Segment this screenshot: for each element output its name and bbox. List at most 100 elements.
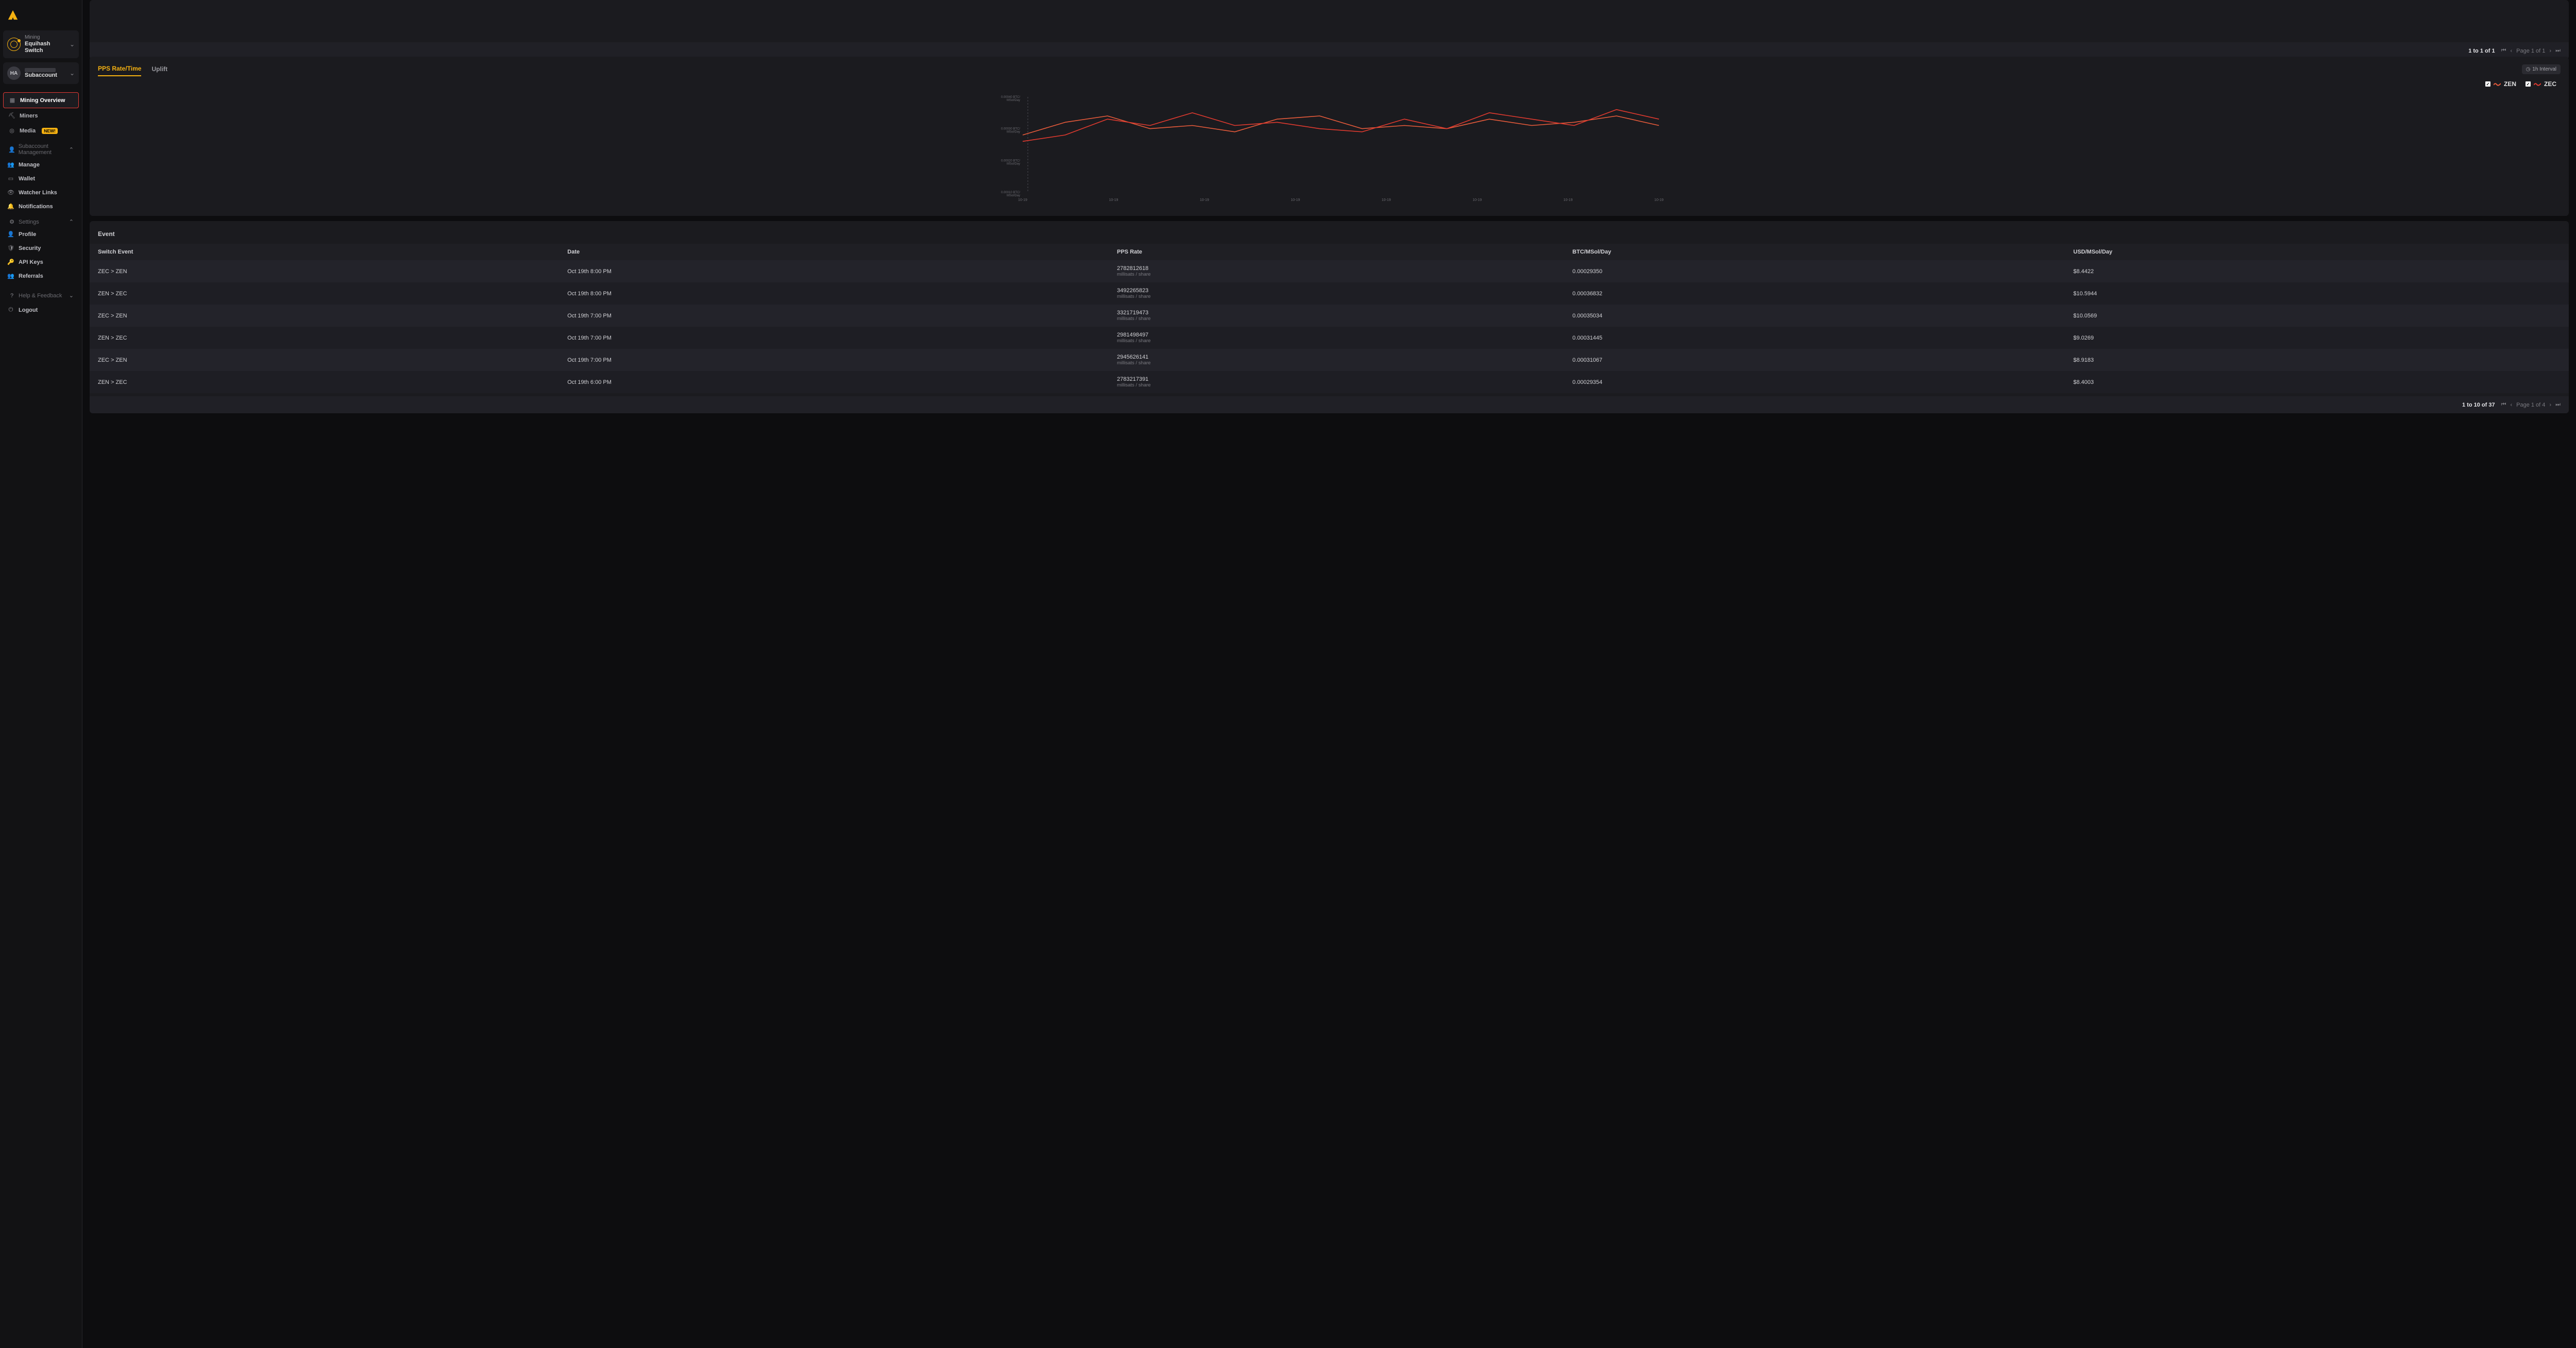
- referral-icon: 👥: [7, 273, 14, 279]
- cell-usd: $8.4003: [2065, 371, 2569, 393]
- pager-bottom-range: 1 to 10 of 37: [2462, 402, 2495, 408]
- cell-date: Oct 19th 7:00 PM: [559, 327, 1109, 349]
- cell-pps: 2783217391millisats / share: [1109, 371, 1564, 393]
- svg-text:10-19: 10-19: [1109, 198, 1118, 202]
- series-zec-icon: [2534, 81, 2541, 87]
- cell-switch: ZEN > ZEC: [90, 282, 559, 305]
- nav-watcher-links[interactable]: 👁 Watcher Links: [3, 186, 79, 199]
- sidebar: Mining Equihash Switch ⌄ HA Subaccount ⌄…: [0, 0, 82, 1348]
- cell-usd: $8.4422: [2065, 260, 2569, 282]
- table-row: ZEC > ZENOct 19th 7:00 PM3321719473milli…: [90, 305, 2569, 327]
- nav-help[interactable]: ? Help & Feedback ⌄: [3, 287, 79, 301]
- nav-media[interactable]: ◎ Media NEW!: [3, 123, 79, 138]
- line-chart: 0.00040 BTC/MSol/Day0.00030 BTC/MSol/Day…: [99, 92, 2560, 205]
- cell-btc: 0.00029354: [1564, 371, 2065, 393]
- svg-text:MSol/Day: MSol/Day: [1007, 131, 1020, 134]
- cell-date: Oct 19th 8:00 PM: [559, 282, 1109, 305]
- main: 1 to 1 of 1 ⏮ ‹ Page 1 of 1 › ⏭ PPS Rate…: [82, 0, 2576, 1348]
- new-badge: NEW!: [42, 128, 58, 134]
- legend-zen[interactable]: ✓ ZEN: [2485, 80, 2516, 88]
- pager-prev[interactable]: ‹: [2510, 402, 2512, 408]
- pager-bottom-page: Page 1 of 4: [2516, 402, 2545, 408]
- cell-btc: 0.00031445: [1564, 327, 2065, 349]
- nav-miners[interactable]: ⛏ Miners: [3, 108, 79, 123]
- table-row: ZEN > ZECOct 19th 8:00 PM3492265823milli…: [90, 282, 2569, 305]
- section-subaccount-mgmt[interactable]: 👤 Subaccount Management ⌃: [3, 138, 79, 158]
- nav-manage[interactable]: 👥 Manage: [3, 158, 79, 172]
- table-header-row: Switch Event Date PPS Rate BTC/MSol/Day …: [90, 244, 2569, 260]
- top-panel: 1 to 1 of 1 ⏮ ‹ Page 1 of 1 › ⏭: [90, 0, 2569, 52]
- cell-btc: 0.00031067: [1564, 349, 2065, 371]
- mining-selector-value: Equihash Switch: [25, 41, 65, 54]
- cell-usd: $10.0569: [2065, 305, 2569, 327]
- mining-selector-label: Mining: [25, 35, 65, 41]
- tab-pps-rate[interactable]: PPS Rate/Time: [98, 62, 141, 76]
- cell-usd: $8.9183: [2065, 349, 2569, 371]
- col-usd: USD/MSol/Day: [2065, 244, 2569, 260]
- account-name-redacted: [25, 68, 56, 72]
- chevron-down-icon: ⌄: [69, 292, 74, 299]
- cell-pps: 2981498497millisats / share: [1109, 327, 1564, 349]
- cell-btc: 0.00035034: [1564, 305, 2065, 327]
- users-icon: 👥: [7, 161, 14, 168]
- nav-wallet[interactable]: ▭ Wallet: [3, 172, 79, 186]
- cell-switch: ZEN > ZEC: [90, 327, 559, 349]
- pager-first[interactable]: ⏮: [2501, 47, 2506, 54]
- cell-pps: 3492265823millisats / share: [1109, 282, 1564, 305]
- grid-icon: ▦: [9, 97, 16, 104]
- broadcast-icon: ◎: [8, 127, 15, 134]
- logout-icon: ⏻: [7, 307, 14, 313]
- cell-switch: ZEC > ZEN: [90, 305, 559, 327]
- svg-text:MSol/Day: MSol/Day: [1007, 194, 1020, 197]
- pager-last[interactable]: ⏭: [2555, 47, 2561, 54]
- account-selector[interactable]: HA Subaccount ⌄: [3, 62, 79, 84]
- eye-icon: 👁: [7, 189, 14, 196]
- event-title: Event: [90, 224, 2569, 244]
- cell-switch: ZEC > ZEN: [90, 260, 559, 282]
- cell-btc: 0.00036832: [1564, 282, 2065, 305]
- cell-usd: $10.5944: [2065, 282, 2569, 305]
- shield-icon: 🛡: [7, 245, 14, 251]
- chevron-up-icon: ⌃: [69, 146, 74, 153]
- svg-text:10-19: 10-19: [1382, 198, 1391, 202]
- logo-icon: [7, 9, 19, 21]
- cell-date: Oct 19th 7:00 PM: [559, 349, 1109, 371]
- nav-mining-overview[interactable]: ▦ Mining Overview: [3, 92, 79, 108]
- pager-top-page: Page 1 of 1: [2516, 48, 2545, 54]
- nav-logout[interactable]: ⏻ Logout: [3, 303, 79, 317]
- mining-selector[interactable]: Mining Equihash Switch ⌄: [3, 30, 79, 58]
- nav-security[interactable]: 🛡 Security: [3, 241, 79, 255]
- key-icon: 🔑: [7, 259, 14, 265]
- nav-profile[interactable]: 👤 Profile: [3, 227, 79, 241]
- svg-text:10-19: 10-19: [1564, 198, 1573, 202]
- profile-icon: 👤: [7, 231, 14, 238]
- nav-referrals[interactable]: 👥 Referrals: [3, 269, 79, 283]
- svg-text:10-19: 10-19: [1200, 198, 1209, 202]
- pager-prev[interactable]: ‹: [2510, 48, 2512, 54]
- gear-icon: ⚙: [8, 218, 15, 225]
- user-icon: 👤: [8, 146, 15, 153]
- table-row: ZEN > ZECOct 19th 6:00 PM2783217391milli…: [90, 371, 2569, 393]
- pager-next[interactable]: ›: [2549, 48, 2551, 54]
- cell-switch: ZEN > ZEC: [90, 371, 559, 393]
- pager-last[interactable]: ⏭: [2555, 401, 2561, 408]
- nav-notifications[interactable]: 🔔 Notifications: [3, 199, 79, 213]
- logo: [3, 4, 79, 30]
- account-sub-label: Subaccount: [25, 72, 65, 79]
- avatar: HA: [7, 66, 21, 80]
- bell-icon: 🔔: [7, 203, 14, 210]
- check-icon: ✓: [2485, 81, 2490, 87]
- section-settings[interactable]: ⚙ Settings ⌃: [3, 213, 79, 227]
- pager-next[interactable]: ›: [2549, 402, 2551, 408]
- svg-text:MSol/Day: MSol/Day: [1007, 99, 1020, 102]
- svg-text:10-19: 10-19: [1291, 198, 1300, 202]
- tab-uplift[interactable]: Uplift: [151, 62, 167, 76]
- pager-first[interactable]: ⏮: [2501, 401, 2506, 408]
- interval-button[interactable]: ◷ 1h Interval: [2522, 64, 2561, 74]
- chevron-up-icon: ⌃: [69, 218, 74, 225]
- pager-bottom: 1 to 10 of 37 ⏮ ‹ Page 1 of 4 › ⏭: [90, 396, 2569, 413]
- legend-zec[interactable]: ✓ ZEC: [2526, 80, 2556, 88]
- cell-pps: 2945626141millisats / share: [1109, 349, 1564, 371]
- nav-api-keys[interactable]: 🔑 API Keys: [3, 255, 79, 269]
- wallet-icon: ▭: [7, 175, 14, 182]
